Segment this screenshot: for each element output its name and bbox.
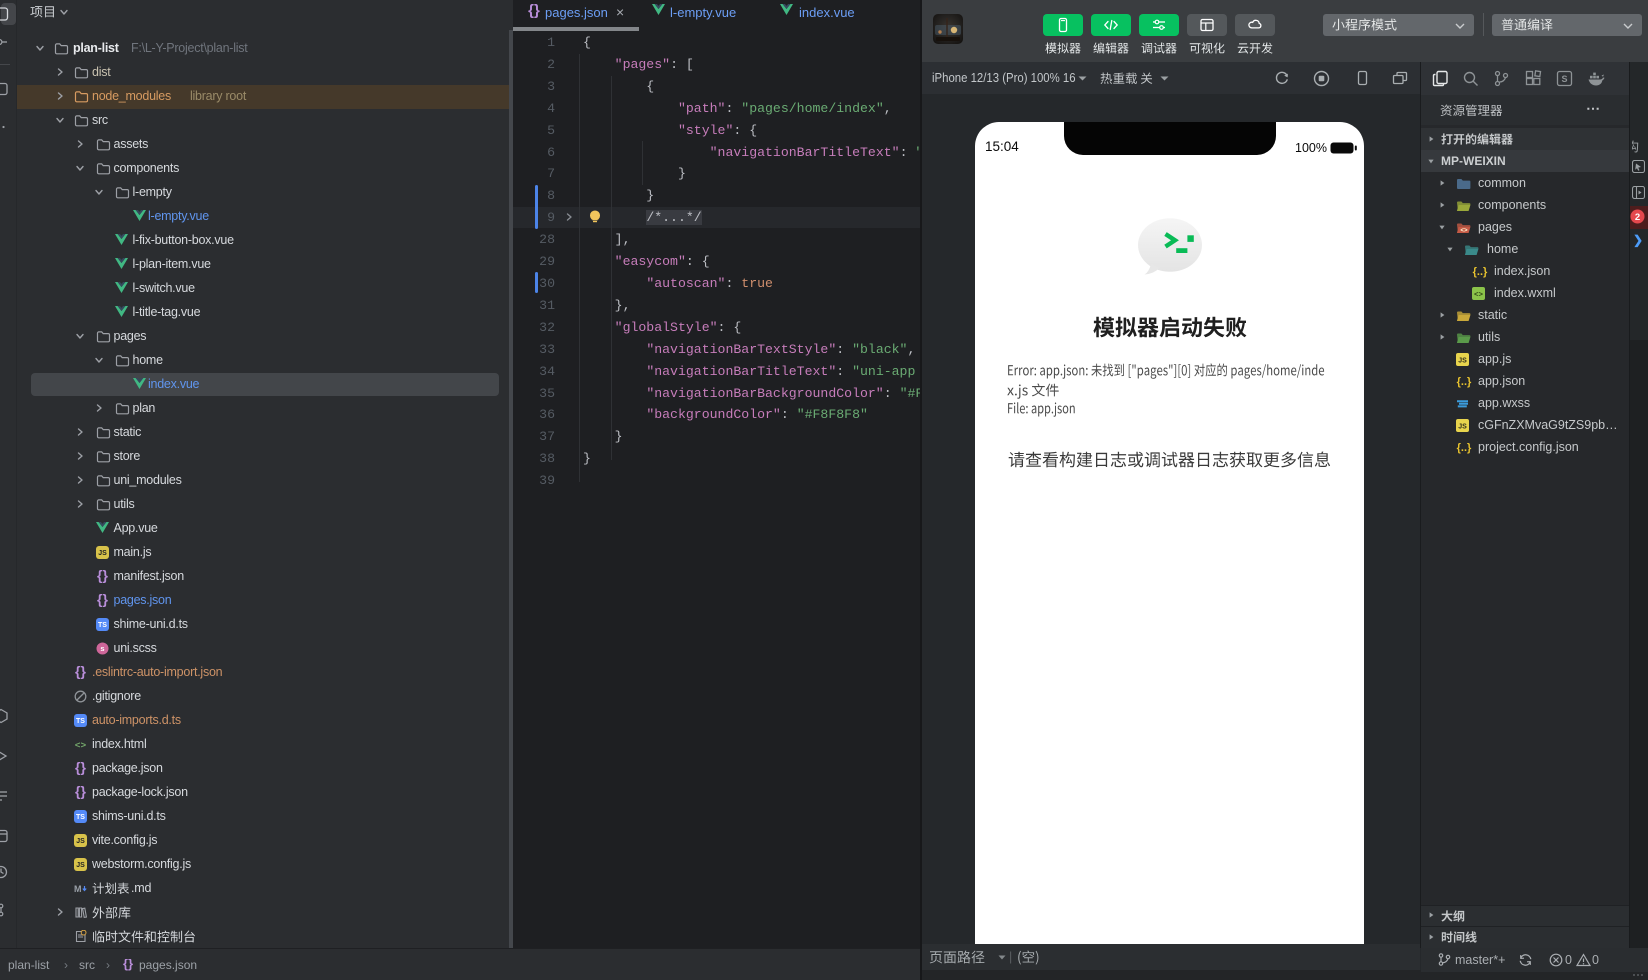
svg-text:{..}: {..} (1473, 266, 1488, 278)
svg-text:{}: {} (75, 762, 86, 775)
svg-text:{}: {} (528, 4, 540, 18)
svg-text:M: M (74, 884, 82, 894)
svg-text:<>: <> (75, 740, 87, 751)
svg-text:{}: {} (75, 666, 86, 679)
svg-text:JS: JS (76, 862, 85, 869)
svg-text:{..}: {..} (1457, 376, 1472, 388)
svg-text:JS: JS (98, 550, 107, 557)
svg-text:{}: {} (97, 570, 108, 583)
svg-text:{}: {} (123, 959, 133, 971)
svg-text:JS: JS (1458, 357, 1467, 364)
svg-text:{}: {} (97, 594, 108, 607)
svg-text:S: S (1561, 74, 1567, 84)
svg-text:s: s (100, 644, 104, 653)
svg-text:JS: JS (76, 838, 85, 845)
svg-text:{..}: {..} (1457, 442, 1472, 454)
svg-text:TS: TS (98, 622, 107, 629)
svg-text:TS: TS (76, 718, 85, 725)
svg-text:<>: <> (1460, 227, 1468, 234)
svg-text:TS: TS (76, 814, 85, 821)
svg-text:<>: <> (1474, 291, 1484, 299)
svg-text:2: 2 (1635, 212, 1640, 223)
svg-text:{}: {} (75, 786, 86, 799)
svg-text:JS: JS (1458, 423, 1467, 430)
